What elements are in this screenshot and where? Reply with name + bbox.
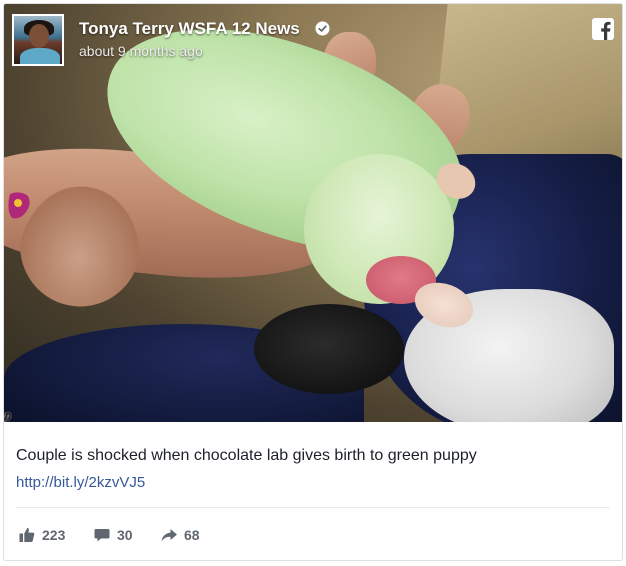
divider <box>16 507 610 508</box>
watermark-text: Szabadnak Születtek <box>4 412 13 422</box>
share-arrow-icon <box>161 529 177 542</box>
watermark-paw-logo <box>8 192 30 219</box>
post-photo[interactable]: Szabadnak Születtek Tonya Terry WSFA 12 … <box>4 4 622 422</box>
post-link[interactable]: http://bit.ly/2kzvVJ5 <box>16 474 145 491</box>
thumbs-up-icon <box>19 528 35 542</box>
embedded-post-card: Szabadnak Születtek Tonya Terry WSFA 12 … <box>3 3 623 561</box>
shares-count: 68 <box>184 527 200 543</box>
comments-count: 30 <box>117 527 133 543</box>
photo-dark-puppy <box>254 304 404 394</box>
shares-stat[interactable]: 68 <box>160 525 200 545</box>
facebook-icon[interactable] <box>592 18 614 40</box>
photo-watermark: Szabadnak Születtek <box>4 190 34 422</box>
likes-count: 223 <box>42 527 66 543</box>
post-caption: Couple is shocked when chocolate lab giv… <box>16 447 477 464</box>
author-avatar[interactable] <box>12 14 64 66</box>
likes-stat[interactable]: 223 <box>18 525 65 545</box>
comments-stat[interactable]: 30 <box>93 525 133 545</box>
verified-badge-icon <box>315 21 330 36</box>
author-name[interactable]: Tonya Terry WSFA 12 News <box>79 19 300 39</box>
post-timestamp[interactable]: about 9 months ago <box>79 43 203 59</box>
comment-icon <box>94 529 110 542</box>
